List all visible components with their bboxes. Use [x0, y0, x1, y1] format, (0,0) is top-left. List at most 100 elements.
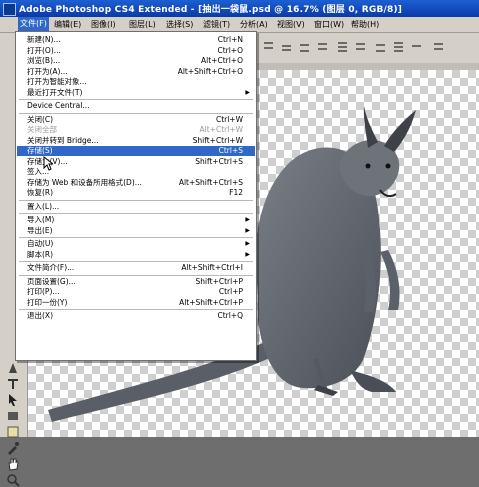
file-menu-item[interactable]: 关闭(C) Ctrl+W — [17, 115, 255, 125]
file-menu-item-label: 关闭(C) — [27, 114, 54, 124]
menu-9[interactable]: 帮助(H) — [351, 19, 379, 30]
file-menu-item-label: 关闭并转到 Bridge... — [27, 135, 99, 145]
menu-2[interactable]: 图像(I) — [91, 19, 116, 30]
file-menu-item-shortcut: Ctrl+P — [218, 287, 243, 296]
title-bar: Adobe Photoshop CS4 Extended - [抽出一袋鼠.ps… — [0, 0, 479, 17]
file-menu-item-shortcut: F12 — [229, 188, 243, 197]
file-menu-item-shortcut: Shift+Ctrl+P — [195, 276, 243, 286]
file-menu-dropdown: 新建(N)... Ctrl+N 打开(O)... Ctrl+O 浏览(B)... Alt+… — [15, 31, 257, 361]
file-menu-item-label: 退出(X) — [27, 311, 53, 320]
menu-separator — [19, 112, 253, 114]
submenu-arrow-icon: ▶ — [245, 250, 250, 258]
path-select-icon[interactable] — [6, 393, 20, 407]
distribute-left-icon[interactable] — [392, 40, 405, 53]
file-menu-item[interactable]: 自动(U) ▶ — [17, 239, 255, 249]
rectangle-tool-icon[interactable] — [6, 409, 20, 423]
file-menu-item[interactable]: 打印一份(Y) Alt+Shift+Ctrl+P — [17, 298, 255, 308]
file-menu-item-label: 脚本(R) — [27, 249, 54, 259]
align-bottom-icon[interactable] — [298, 40, 311, 53]
eyedropper-tool-icon[interactable] — [6, 441, 20, 455]
menu-0[interactable]: 文件(F) — [18, 17, 49, 31]
file-menu-item[interactable]: 打开为智能对象... — [17, 77, 255, 87]
file-menu-item-label: 存储(S) — [27, 146, 53, 155]
file-menu-item[interactable]: 关闭并转到 Bridge... Shift+Ctrl+W — [17, 136, 255, 146]
file-menu-item-shortcut: Alt+Ctrl+W — [199, 125, 243, 134]
menu-7[interactable]: 视图(V) — [277, 19, 305, 30]
file-menu-item[interactable]: 存储(S) Ctrl+S — [17, 146, 255, 156]
menu-5[interactable]: 滤镜(T) — [203, 19, 230, 30]
align-vcenter-icon[interactable] — [280, 40, 293, 53]
menu-8[interactable]: 窗口(W) — [314, 19, 344, 30]
menu-separator — [19, 99, 253, 100]
file-menu-item-label: 恢复(R) — [27, 188, 54, 197]
file-menu-item[interactable]: 浏览(B)... Alt+Ctrl+O — [17, 56, 255, 66]
file-menu-item-shortcut: Ctrl+N — [217, 35, 243, 44]
submenu-arrow-icon: ▶ — [245, 88, 250, 96]
file-menu-item-label: 页面设置(G)... — [27, 276, 76, 286]
file-menu-item-label: 打开为(A)... — [27, 66, 68, 76]
file-menu-item-label: 导入(M) — [27, 215, 55, 224]
file-menu-item[interactable]: Device Central... — [17, 101, 255, 111]
file-menu-item-shortcut: Alt+Shift+Ctrl+S — [178, 177, 243, 187]
align-top-icon[interactable] — [262, 40, 275, 53]
file-menu-item[interactable]: 退出(X) Ctrl+Q — [17, 311, 255, 321]
file-menu-item[interactable]: 打印(P)... Ctrl+P — [17, 287, 255, 297]
file-menu-item[interactable]: 页面设置(G)... Shift+Ctrl+P — [17, 277, 255, 287]
file-menu-item[interactable]: 新建(N)... Ctrl+N — [17, 35, 255, 45]
file-menu-item[interactable]: 最近打开文件(T) ▶ — [17, 88, 255, 98]
photoshop-app-icon[interactable] — [3, 3, 16, 16]
menu-4[interactable]: 选择(S) — [166, 19, 193, 30]
pen-tool-icon[interactable] — [6, 361, 20, 375]
file-menu-item[interactable]: 存储为 Web 和设备所用格式(D)... Alt+Shift+Ctrl+S — [17, 178, 255, 188]
submenu-arrow-icon: ▶ — [245, 240, 250, 247]
file-menu-item-label: 文件简介(F)... — [27, 263, 75, 272]
distribute-vcenter-icon[interactable] — [354, 40, 367, 53]
file-menu-item[interactable]: 导入(M) ▶ — [17, 215, 255, 225]
file-menu-item[interactable]: 导出(E) ▶ — [17, 226, 255, 236]
file-menu-item-shortcut: Alt+Shift+Ctrl+P — [179, 297, 243, 307]
file-menu-item-shortcut: Ctrl+W — [215, 114, 243, 124]
file-menu-item-shortcut: Ctrl+O — [217, 45, 243, 55]
auto-align-icon[interactable] — [432, 40, 445, 53]
file-menu-item-shortcut: Alt+Shift+Ctrl+O — [177, 66, 243, 76]
file-menu-item[interactable]: 文件简介(F)... Alt+Shift+Ctrl+I — [17, 263, 255, 273]
file-menu-item-label: 关闭全部 — [27, 125, 57, 134]
file-menu-item-shortcut: Ctrl+S — [218, 146, 243, 155]
menu-separator — [19, 213, 253, 214]
file-menu-item: 关闭全部 Alt+Ctrl+W — [17, 125, 255, 135]
file-menu-item-label: 置入(L)... — [27, 201, 60, 211]
file-menu-item[interactable]: 恢复(R) F12 — [17, 188, 255, 198]
file-menu-item-label: 新建(N)... — [27, 35, 61, 44]
menu-separator — [19, 261, 253, 262]
file-menu-item[interactable]: 脚本(R) ▶ — [17, 250, 255, 260]
menu-1[interactable]: 编辑(E) — [54, 19, 81, 30]
file-menu-item-label: 打印(P)... — [27, 287, 60, 296]
file-menu-item-shortcut: Alt+Shift+Ctrl+I — [181, 263, 243, 272]
menu-separator — [19, 237, 253, 238]
file-menu-item-label: 最近打开文件(T) — [27, 87, 83, 97]
hand-tool-icon[interactable] — [6, 457, 20, 471]
file-menu-item-shortcut: Ctrl+Q — [217, 311, 243, 320]
file-menu-item-shortcut: Shift+Ctrl+S — [195, 156, 243, 166]
file-menu-item-label: 打开为智能对象... — [27, 77, 87, 86]
align-left-icon[interactable] — [316, 40, 329, 53]
distribute-hcenter-icon[interactable] — [410, 40, 423, 53]
file-menu-item[interactable]: 打开(O)... Ctrl+O — [17, 46, 255, 56]
file-menu-item-label: 导出(E) — [27, 225, 53, 235]
file-menu-item[interactable]: 置入(L)... — [17, 202, 255, 212]
zoom-tool-icon[interactable] — [6, 473, 20, 487]
file-menu-item-label: 浏览(B)... — [27, 56, 61, 65]
menu-separator — [19, 309, 253, 310]
distribute-bottom-icon[interactable] — [374, 40, 387, 53]
file-menu-item-label: 打开(O)... — [27, 45, 61, 55]
distribute-top-icon[interactable] — [336, 40, 349, 53]
text-tool-icon[interactable] — [6, 377, 20, 391]
mouse-cursor-icon — [43, 156, 53, 171]
menu-6[interactable]: 分析(A) — [240, 19, 268, 30]
menu-3[interactable]: 图层(L) — [129, 19, 156, 30]
file-menu-item-shortcut: Shift+Ctrl+W — [192, 135, 243, 145]
file-menu-item-label: 自动(U) — [27, 239, 54, 248]
file-menu-item[interactable]: 打开为(A)... Alt+Shift+Ctrl+O — [17, 67, 255, 77]
menu-separator — [19, 274, 253, 276]
submenu-arrow-icon: ▶ — [245, 226, 250, 234]
